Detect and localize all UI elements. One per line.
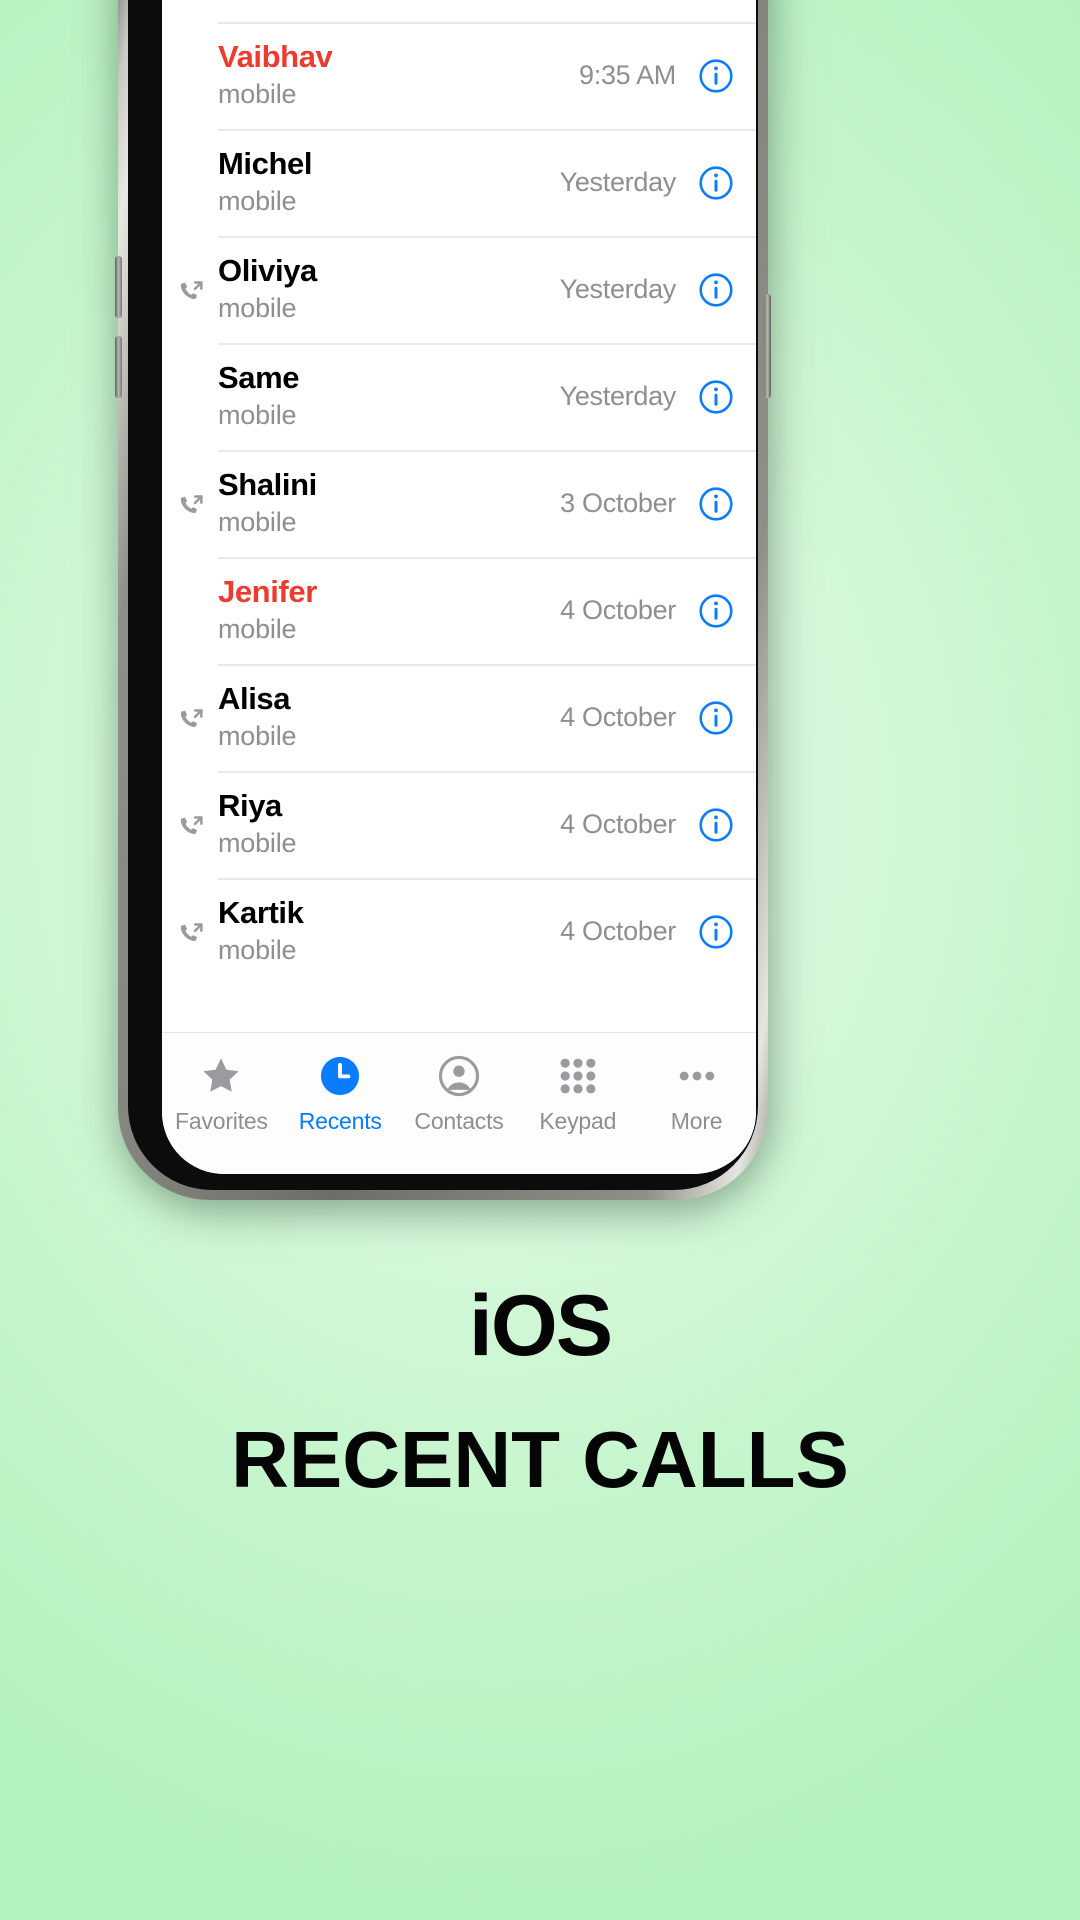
call-contact-name: Shalini xyxy=(218,467,317,503)
call-timestamp: 4 October xyxy=(560,916,676,946)
tab-label: Favorites xyxy=(175,1108,268,1134)
call-contact-name: Riya xyxy=(218,788,282,824)
person-icon xyxy=(437,1053,481,1099)
call-text-block: Jenifer mobile xyxy=(188,574,560,646)
call-contact-name: Same xyxy=(218,360,300,396)
call-contact-name: Oliviya xyxy=(218,253,317,289)
tab-item-keypad[interactable]: Keypad xyxy=(518,1053,637,1135)
call-contact-name: Michel xyxy=(218,146,313,182)
call-contact-name: Jenifer xyxy=(218,574,317,610)
call-text-block: Riya mobile xyxy=(188,788,560,860)
call-list-item[interactable]: Shalini mobile 3 October xyxy=(162,450,756,557)
caption-line-ios: iOS xyxy=(468,1278,613,1374)
call-text-block: Vaibhav mobile xyxy=(188,39,579,111)
call-label: mobile xyxy=(218,934,297,965)
call-label: mobile xyxy=(218,399,297,430)
tab-label: Keypad xyxy=(539,1108,617,1134)
outgoing-call-icon xyxy=(176,492,206,522)
tab-item-favorites[interactable]: Favorites xyxy=(162,1053,281,1135)
call-timestamp: 9:35 AM xyxy=(579,60,676,90)
info-circle-icon[interactable] xyxy=(698,165,734,201)
call-list-item[interactable]: Riya mobile 4 October xyxy=(162,771,756,878)
call-timestamp: Yesterday xyxy=(559,274,677,304)
tab-item-recents[interactable]: Recents xyxy=(281,1053,400,1135)
call-list-item[interactable]: Alisa mobile 4 October xyxy=(162,664,756,771)
tab-item-more[interactable]: More xyxy=(637,1053,756,1135)
recents-call-list[interactable]: Vaibhav mobile 9:35 AM Michel mobile Yes… xyxy=(162,22,756,985)
call-text-block: Oliviya mobile xyxy=(188,253,560,325)
phone-mockup: Recents Edit Vaibhav mobile 9:35 AM Mich… xyxy=(115,0,778,1210)
call-list-item[interactable]: Kartik mobile 4 October xyxy=(162,878,756,985)
call-label: mobile xyxy=(218,506,297,537)
phone-frame: Recents Edit Vaibhav mobile 9:35 AM Mich… xyxy=(115,0,771,1200)
call-timestamp: 4 October xyxy=(560,809,676,839)
call-label: mobile xyxy=(218,185,297,216)
call-label: mobile xyxy=(218,78,297,109)
phone-screen: Recents Edit Vaibhav mobile 9:35 AM Mich… xyxy=(162,0,756,1174)
call-contact-name: Kartik xyxy=(218,895,304,931)
call-list-item[interactable]: Same mobile Yesterday xyxy=(162,343,756,450)
outgoing-call-icon xyxy=(176,920,206,950)
caption-line-recent-calls: RECENT CALLS xyxy=(231,1415,849,1505)
call-timestamp: Yesterday xyxy=(559,381,677,411)
tab-label: Recents xyxy=(298,1108,382,1134)
call-label: mobile xyxy=(218,613,297,644)
clock-icon xyxy=(318,1053,362,1099)
info-circle-icon[interactable] xyxy=(698,700,734,736)
call-text-block: Same mobile xyxy=(188,360,560,432)
tab-bar[interactable]: Favorites Recents Contacts Keypad More xyxy=(162,1032,756,1174)
info-circle-icon[interactable] xyxy=(698,486,734,522)
call-contact-name: Alisa xyxy=(218,681,291,717)
info-circle-icon[interactable] xyxy=(698,272,734,308)
volume-up-button[interactable] xyxy=(115,256,122,318)
call-list-item[interactable]: Michel mobile Yesterday xyxy=(162,129,756,236)
call-list-item[interactable]: Oliviya mobile Yesterday xyxy=(162,236,756,343)
call-timestamp: 4 October xyxy=(560,702,676,732)
outgoing-call-icon xyxy=(176,706,206,736)
info-circle-icon[interactable] xyxy=(698,379,734,415)
call-text-block: Shalini mobile xyxy=(188,467,560,539)
phone-bezel: Recents Edit Vaibhav mobile 9:35 AM Mich… xyxy=(128,0,758,1190)
call-text-block: Michel mobile xyxy=(188,146,560,218)
info-circle-icon[interactable] xyxy=(698,58,734,94)
info-circle-icon[interactable] xyxy=(698,593,734,629)
power-button[interactable] xyxy=(764,294,771,398)
tab-label: Contacts xyxy=(414,1108,504,1134)
call-list-item[interactable]: Jenifer mobile 4 October xyxy=(162,557,756,664)
call-list-item[interactable]: Vaibhav mobile 9:35 AM xyxy=(162,22,756,129)
outgoing-call-icon xyxy=(176,813,206,843)
caption-block: iOS RECENT CALLS xyxy=(0,1278,1080,1506)
info-circle-icon[interactable] xyxy=(698,807,734,843)
call-label: mobile xyxy=(218,827,297,858)
call-label: mobile xyxy=(218,720,297,751)
app-header: Recents Edit xyxy=(162,0,756,22)
call-timestamp: Yesterday xyxy=(559,167,677,197)
call-timestamp: 4 October xyxy=(560,595,676,625)
call-timestamp: 3 October xyxy=(560,488,676,518)
star-icon xyxy=(199,1053,243,1099)
volume-down-button[interactable] xyxy=(115,336,122,398)
call-text-block: Kartik mobile xyxy=(188,895,560,967)
tab-label: More xyxy=(670,1108,723,1134)
call-text-block: Alisa mobile xyxy=(188,681,560,753)
ellipsis-icon xyxy=(675,1053,719,1099)
info-circle-icon[interactable] xyxy=(698,914,734,950)
keypad-icon xyxy=(556,1053,600,1099)
call-contact-name: Vaibhav xyxy=(218,39,333,75)
outgoing-call-icon xyxy=(176,278,206,308)
tab-item-contacts[interactable]: Contacts xyxy=(400,1053,519,1135)
call-label: mobile xyxy=(218,292,297,323)
